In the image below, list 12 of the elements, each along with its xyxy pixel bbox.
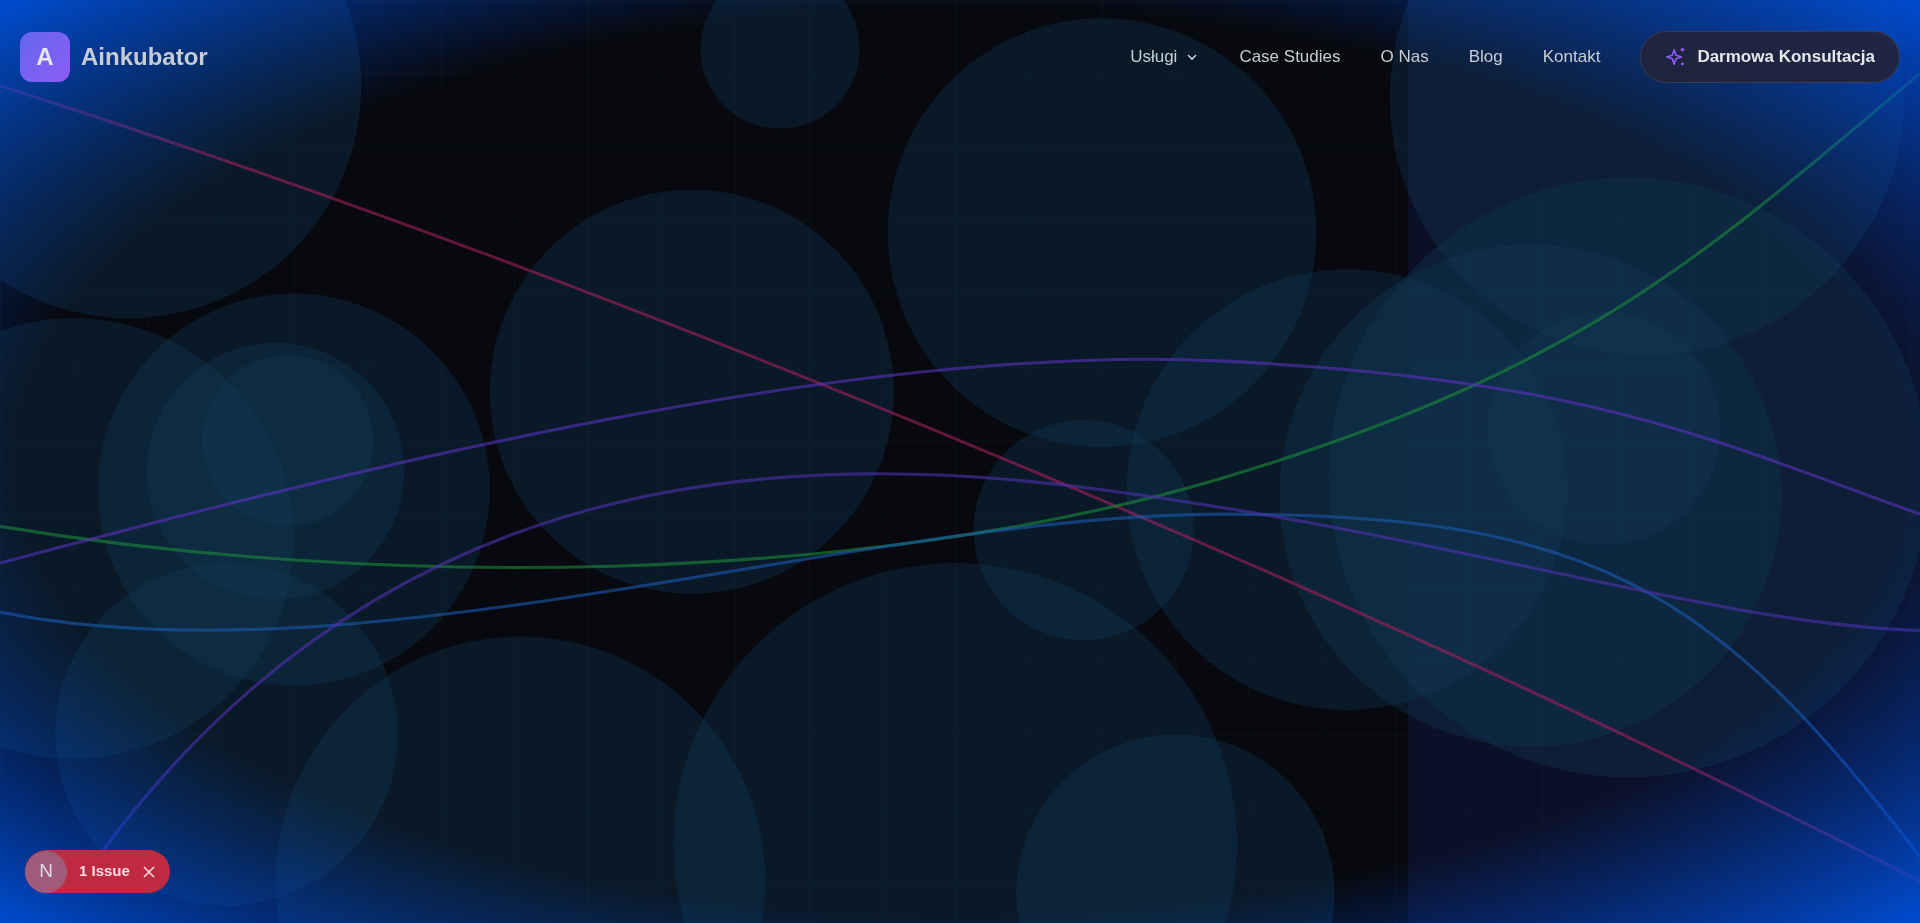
nav-link[interactable]: Case Studies — [1239, 44, 1341, 70]
consultation-button[interactable]: Darmowa Konsultacja — [1640, 31, 1900, 83]
nav-link[interactable]: Kontakt — [1542, 44, 1601, 70]
nav-link[interactable]: Blog — [1468, 44, 1503, 70]
close-icon[interactable] — [141, 864, 156, 879]
nav-link[interactable]: O Nas — [1380, 44, 1429, 70]
framework-logo: N — [25, 850, 67, 893]
issue-count: 1 Issue — [79, 861, 130, 882]
brand-name[interactable]: Ainkubator — [81, 39, 208, 75]
logo-badge[interactable]: A — [20, 32, 70, 82]
issue-badge[interactable]: N 1 Issue — [25, 850, 170, 893]
nav-link[interactable]: Usługi — [1130, 44, 1200, 70]
